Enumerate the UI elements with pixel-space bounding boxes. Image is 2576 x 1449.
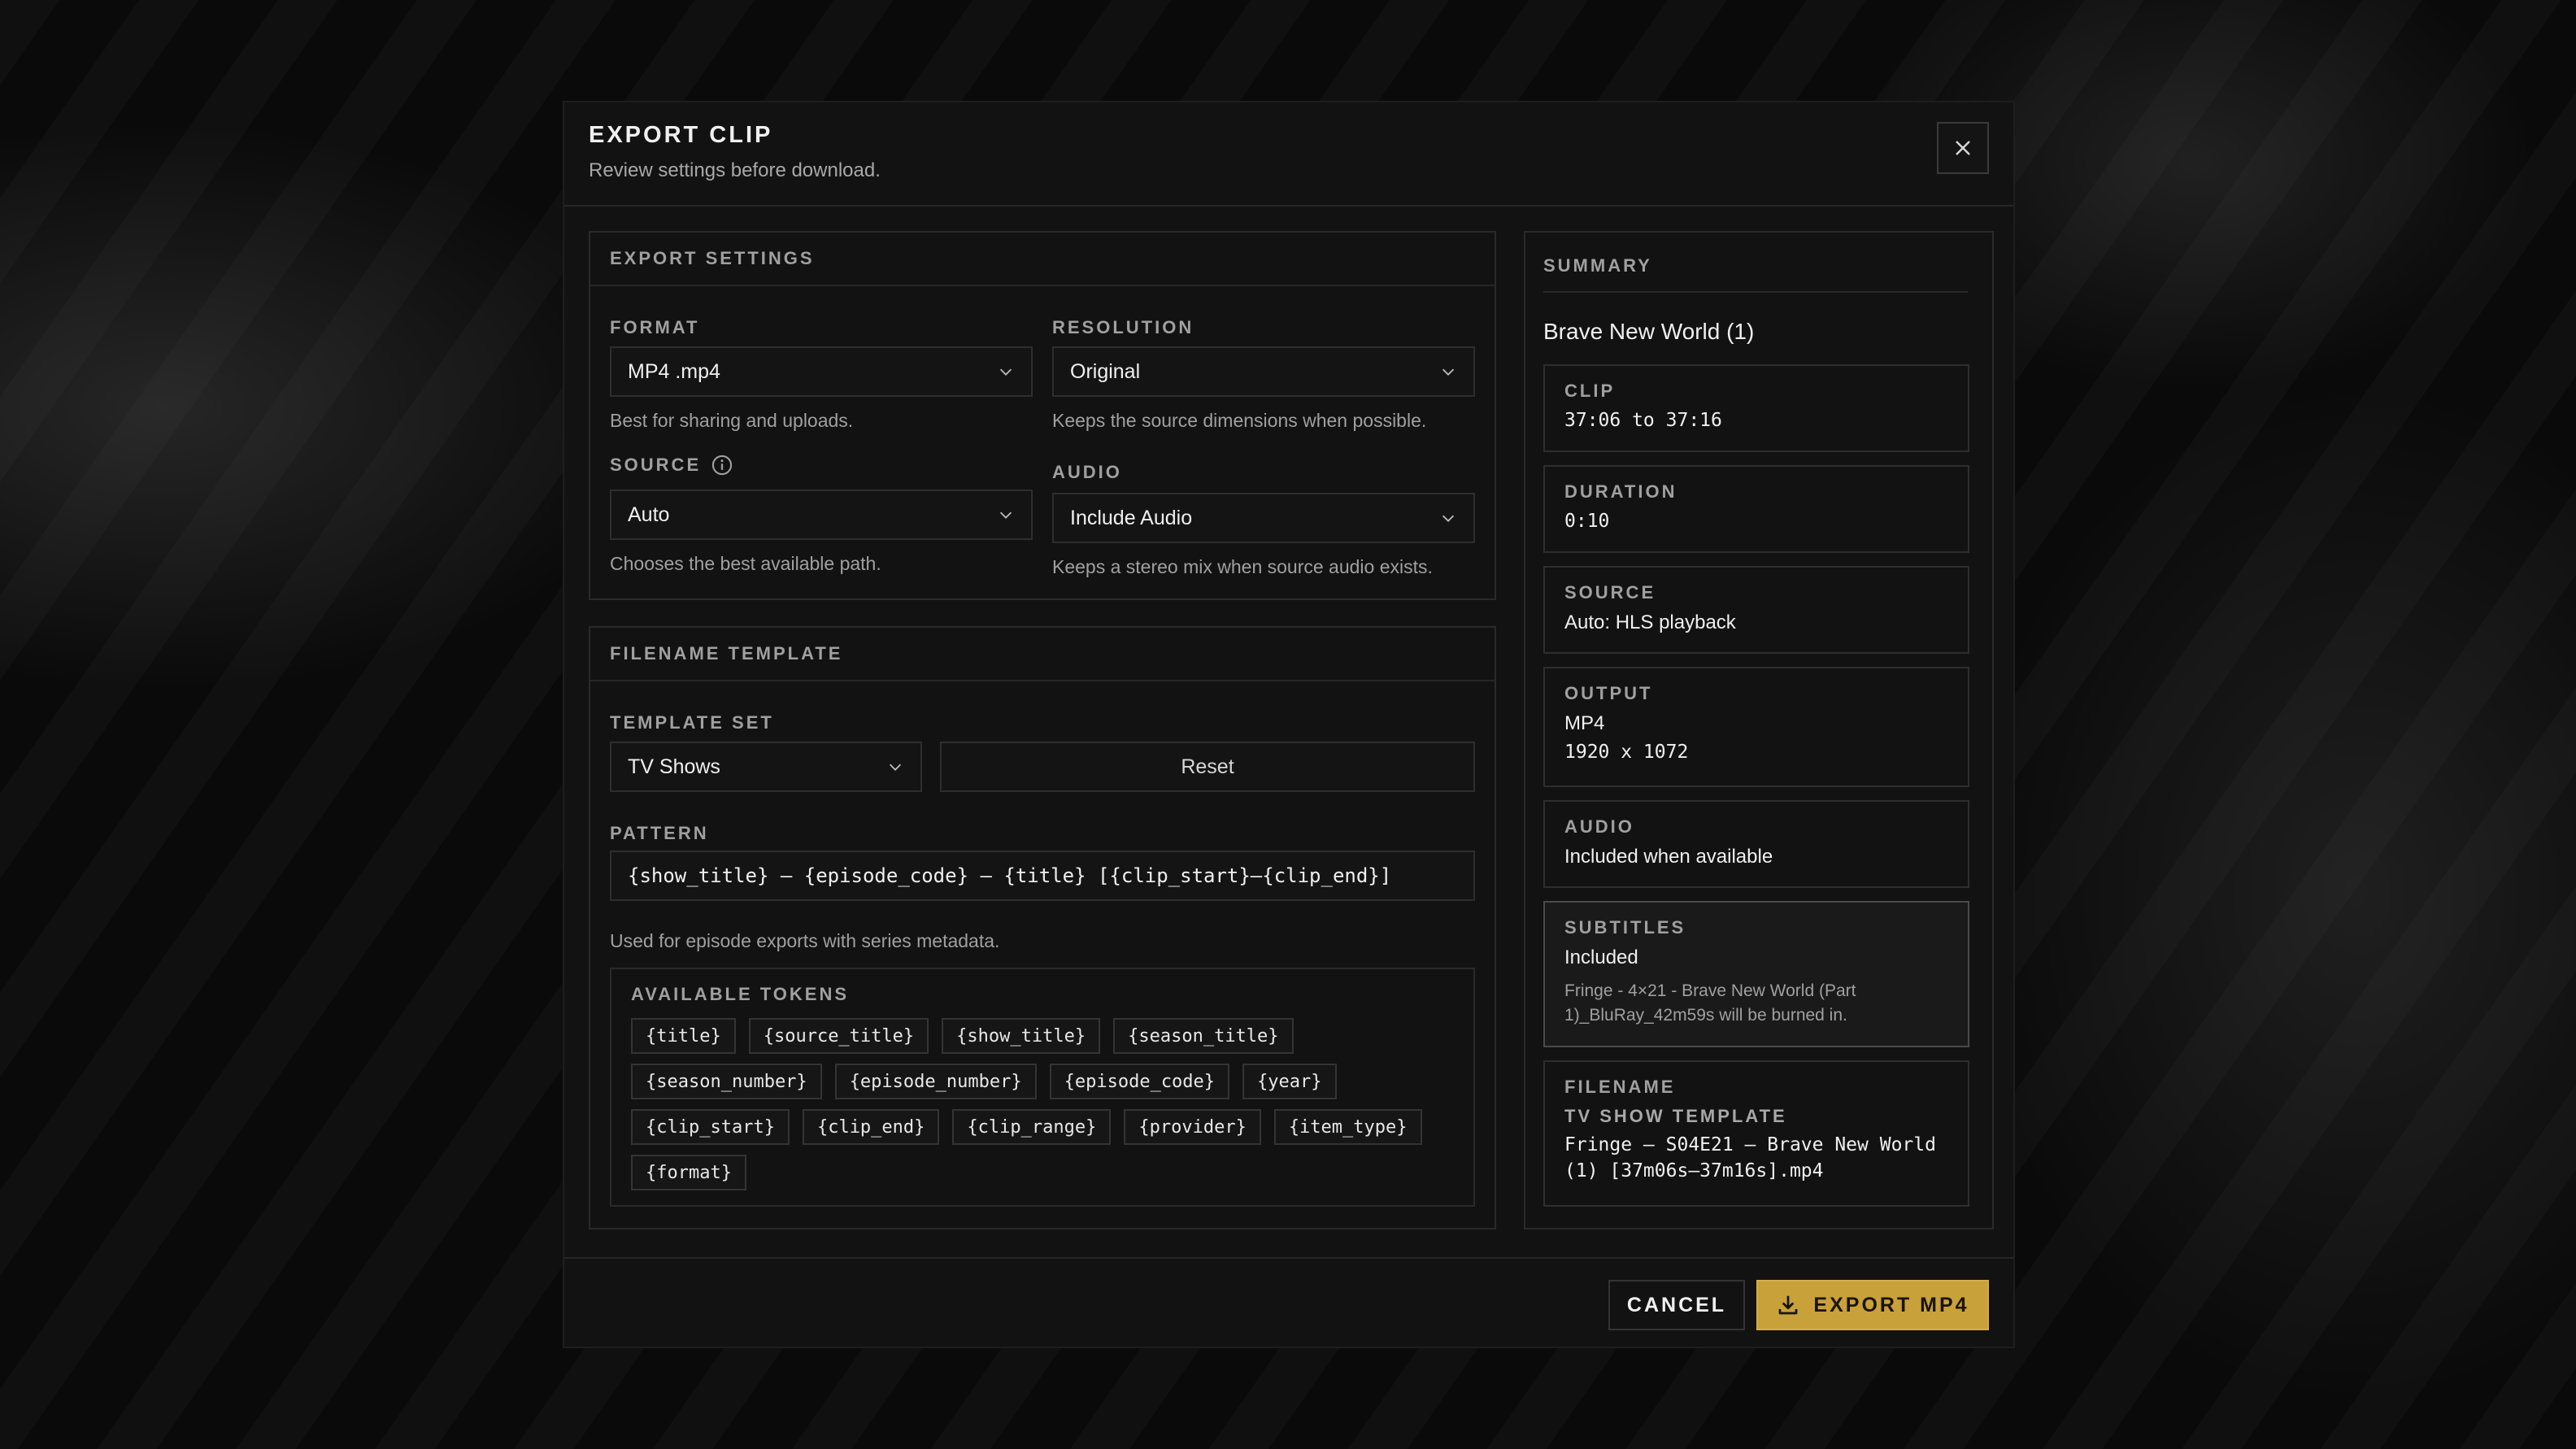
export-clip-dialog: EXPORT CLIP Review settings before downl… [563, 101, 2015, 1348]
available-tokens-label: AVAILABLE TOKENS [631, 984, 850, 1004]
filename-value: Fringe – S04E21 – Brave New World (1) [3… [1564, 1134, 1936, 1181]
output-format: MP4 [1564, 712, 1605, 734]
export-label: EXPORT MP4 [1813, 1293, 1969, 1316]
summary-audio-card: AUDIO Included when available [1543, 800, 1969, 888]
filename-template-label: TV SHOW TEMPLATE [1564, 1106, 1787, 1126]
chevron-down-icon [999, 511, 1012, 519]
close-icon [1956, 141, 1970, 155]
pattern-label: PATTERN [610, 823, 709, 843]
token-year[interactable]: {year} [1242, 1064, 1337, 1099]
token-source-title[interactable]: {source_title} [748, 1018, 929, 1054]
audio-value: Include Audio [1070, 506, 1193, 529]
token-title[interactable]: {title} [631, 1018, 736, 1054]
token-clip-start[interactable]: {clip_start} [631, 1109, 790, 1145]
pattern-input[interactable]: {show_title} – {episode_code} – {title} … [610, 851, 1475, 901]
token-item-type[interactable]: {item_type} [1273, 1109, 1422, 1145]
token-season-number[interactable]: {season_number} [631, 1064, 822, 1099]
token-clip-range[interactable]: {clip_range} [952, 1109, 1112, 1145]
summary-clip-card: CLIP 37:06 to 37:16 [1543, 364, 1969, 452]
dialog-header: EXPORT CLIP Review settings before downl… [564, 102, 2013, 207]
summary-title: Brave New World (1) [1543, 319, 1755, 344]
output-label: OUTPUT [1564, 683, 1653, 703]
audio-select[interactable]: Include Audio [1052, 493, 1475, 543]
filename-template-heading: FILENAME TEMPLATE [590, 628, 1495, 681]
dialog-title: EXPORT CLIP [589, 122, 773, 148]
summary-panel: SUMMARY Brave New World (1) CLIP 37:06 t… [1524, 231, 1994, 1229]
pattern-help: Used for episode exports with series met… [610, 930, 1000, 951]
summary-output-card: OUTPUT MP4 1920 x 1072 [1543, 667, 1969, 787]
summary-filename-card: FILENAME TV SHOW TEMPLATE Fringe – S04E2… [1543, 1060, 1969, 1207]
audio-help: Keeps a stereo mix when source audio exi… [1052, 556, 1433, 577]
template-set-select[interactable]: TV Shows [610, 742, 922, 792]
filename-template-panel: FILENAME TEMPLATE TEMPLATE SET TV Shows … [589, 626, 1496, 1229]
format-help: Best for sharing and uploads. [610, 410, 854, 431]
summary-subtitles-card: SUBTITLES Included Fringe - 4×21 - Brave… [1543, 901, 1969, 1047]
source-summary-value: Auto: HLS playback [1564, 611, 1736, 633]
token-list: {title} {source_title} {show_title} {sea… [631, 1018, 1454, 1190]
filename-label: FILENAME [1564, 1077, 1676, 1097]
chevron-down-icon [889, 764, 902, 771]
summary-source-card: SOURCE Auto: HLS playback [1543, 566, 1969, 654]
token-provider[interactable]: {provider} [1124, 1109, 1261, 1145]
dialog-subtitle: Review settings before download. [589, 159, 881, 181]
info-icon[interactable] [711, 454, 733, 476]
template-set-label: TEMPLATE SET [610, 712, 774, 733]
resolution-select[interactable]: Original [1052, 346, 1475, 397]
token-clip-end[interactable]: {clip_end} [802, 1109, 940, 1145]
dialog-footer: CANCEL EXPORT MP4 [564, 1257, 2013, 1348]
summary-heading: SUMMARY [1543, 255, 1968, 293]
format-select[interactable]: MP4 .mp4 [610, 346, 1033, 397]
format-value: MP4 .mp4 [628, 359, 720, 383]
output-dimensions: 1920 x 1072 [1564, 742, 1689, 763]
export-settings-panel: EXPORT SETTINGS FORMAT MP4 .mp4 Best for… [589, 231, 1496, 600]
duration-label: DURATION [1564, 481, 1677, 502]
clip-label: CLIP [1564, 381, 1616, 401]
token-episode-number[interactable]: {episode_number} [834, 1064, 1037, 1099]
audio-summary-label: AUDIO [1564, 816, 1634, 837]
resolution-label: RESOLUTION [1052, 317, 1194, 337]
format-label: FORMAT [610, 317, 700, 337]
audio-label: AUDIO [1052, 462, 1122, 482]
subtitles-value: Included [1564, 946, 1638, 968]
clip-value: 37:06 to 37:16 [1564, 410, 1722, 431]
download-icon [1779, 1295, 1798, 1315]
token-season-title[interactable]: {season_title} [1113, 1018, 1294, 1054]
subtitles-note: Fringe - 4×21 - Brave New World (Part 1)… [1564, 981, 1856, 1025]
token-episode-code[interactable]: {episode_code} [1049, 1064, 1230, 1099]
chevron-down-icon [999, 368, 1012, 376]
subtitles-label: SUBTITLES [1564, 917, 1686, 938]
resolution-help: Keeps the source dimensions when possibl… [1052, 410, 1427, 431]
source-summary-label: SOURCE [1564, 582, 1656, 603]
audio-summary-value: Included when available [1564, 846, 1773, 868]
available-tokens-box: AVAILABLE TOKENS {title} {source_title} … [610, 968, 1475, 1207]
cancel-button[interactable]: CANCEL [1608, 1280, 1745, 1330]
source-label: SOURCE [610, 454, 733, 476]
reset-button[interactable]: Reset [940, 742, 1475, 792]
source-select[interactable]: Auto [610, 490, 1033, 540]
chevron-down-icon [1442, 515, 1455, 522]
export-mp4-button[interactable]: EXPORT MP4 [1756, 1280, 1989, 1330]
summary-duration-card: DURATION 0:10 [1543, 465, 1969, 553]
token-format[interactable]: {format} [631, 1155, 746, 1190]
chevron-down-icon [1442, 368, 1455, 376]
template-set-value: TV Shows [628, 755, 720, 778]
source-help: Chooses the best available path. [610, 553, 881, 574]
duration-value: 0:10 [1564, 511, 1610, 532]
source-value: Auto [628, 503, 670, 526]
resolution-value: Original [1070, 359, 1141, 383]
export-settings-heading: EXPORT SETTINGS [590, 233, 1495, 286]
token-show-title[interactable]: {show_title} [942, 1018, 1101, 1054]
close-button[interactable] [1937, 122, 1989, 174]
